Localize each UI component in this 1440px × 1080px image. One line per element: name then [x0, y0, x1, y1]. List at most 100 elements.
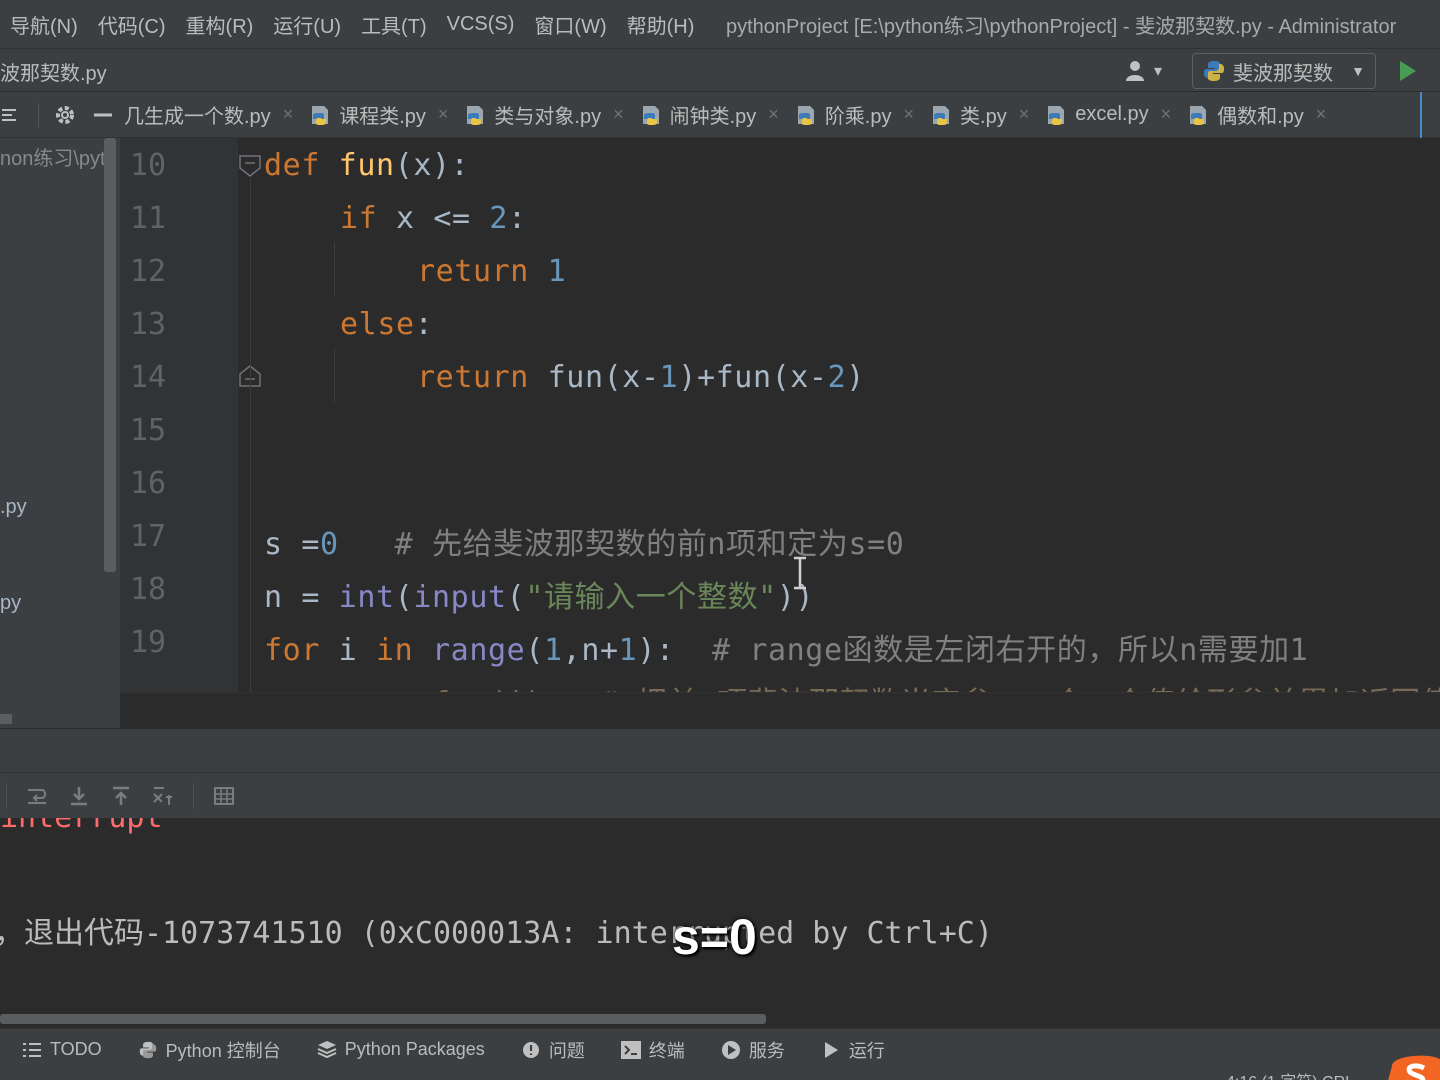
run-tool-button[interactable]: 运行 [821, 1037, 885, 1063]
tab-even-sum[interactable]: 偶数和.py × [1181, 92, 1336, 137]
tab-class[interactable]: 类.py × [924, 92, 1039, 137]
person-icon [1125, 61, 1144, 81]
problems-tool-button[interactable]: 问题 [521, 1037, 585, 1063]
horizontal-scrollbar[interactable] [0, 714, 12, 724]
tool-label: 终端 [648, 1040, 685, 1061]
tab-label: 偶数和.py [1217, 106, 1304, 128]
tab-label: 阶乘.py [824, 106, 892, 128]
builtin-name: range [432, 633, 526, 668]
tool-label: 服务 [748, 1040, 785, 1061]
tab-class-object[interactable]: 类与对象.py × [458, 92, 633, 137]
close-icon[interactable]: × [613, 104, 624, 125]
code-line-14: return fun(x-1)+fun(x-2) [417, 360, 865, 395]
python-packages-tool-button[interactable]: Python Packages [317, 1039, 485, 1060]
caret-position[interactable]: 4:16 (1 字符) CRL [1226, 1070, 1354, 1080]
close-icon[interactable]: × [1019, 104, 1030, 125]
scroll-to-end-icon[interactable] [67, 784, 91, 808]
menu-navigate[interactable]: 导航(N) [0, 0, 88, 48]
close-icon[interactable]: × [438, 104, 449, 125]
play-icon [1400, 61, 1416, 81]
code-line-18: n = int(input("请输入一个整数")) [264, 572, 814, 616]
code-text: ( [525, 633, 544, 668]
line-number: 11 [130, 201, 167, 236]
code-text: : [414, 307, 434, 342]
line-number: 10 [130, 148, 167, 183]
panel-divider[interactable] [0, 728, 1440, 772]
close-icon[interactable]: × [1161, 104, 1172, 125]
code-comment: # 先给斐波那契数的前n项和定为s=0 [338, 527, 905, 562]
tree-item-file[interactable]: py [0, 592, 21, 615]
soft-wrap-icon[interactable] [25, 784, 49, 808]
terminal-tool-button[interactable]: 终端 [620, 1037, 685, 1063]
code-text: )+fun(x- [678, 360, 828, 395]
scroll-to-top-icon[interactable] [109, 784, 133, 808]
menu-help[interactable]: 帮助(H) [617, 0, 705, 48]
collapse-all-icon[interactable] [0, 103, 24, 127]
todo-tool-button[interactable]: TODO [22, 1039, 102, 1060]
python-console-tool-button[interactable]: Python 控制台 [138, 1037, 281, 1063]
menu-window[interactable]: 窗口(W) [524, 0, 616, 48]
keyword: return [417, 360, 529, 395]
project-root-path[interactable]: non练习\pyth [0, 142, 117, 171]
window-title: pythonProject [E:\python练习\pythonProject… [726, 15, 1397, 38]
tab-excel[interactable]: excel.py × [1039, 92, 1181, 137]
python-file-icon [1204, 61, 1224, 81]
active-tab-indicator [1420, 92, 1440, 138]
breadcrumb-file[interactable]: 波那契数.py [0, 49, 107, 93]
tab-label: 类与对象.py [494, 106, 602, 128]
string-literal: "请输入一个整数" [525, 580, 777, 615]
menu-run[interactable]: 运行(U) [263, 0, 351, 48]
table-icon[interactable] [212, 784, 236, 808]
keyword: def [264, 148, 320, 183]
project-toolbar [0, 92, 120, 138]
close-icon[interactable]: × [768, 104, 779, 125]
run-configuration-select[interactable]: 斐波那契数 ▼ [1192, 53, 1376, 89]
menu-vcs[interactable]: VCS(S) [437, 0, 525, 48]
tab-generate-number[interactable]: 几生成一个数.py × [120, 92, 303, 137]
tab-factorial[interactable]: 阶乘.py × [789, 92, 924, 137]
chevron-down-icon: ▾ [1153, 63, 1163, 80]
horizontal-scrollbar[interactable] [0, 1014, 766, 1024]
user-icon[interactable]: ▾ [1120, 57, 1168, 85]
code-text: ( [394, 580, 414, 615]
code-editor[interactable]: 10 11 12 13 14 15 16 17 18 19 def fun(x)… [120, 138, 1440, 692]
code-text: x <= [377, 201, 490, 236]
function-name: fun [338, 148, 395, 183]
number-literal: 1 [618, 633, 638, 668]
vertical-scrollbar[interactable] [104, 138, 116, 572]
tree-item-file[interactable]: .py [0, 496, 27, 519]
python-file-icon [642, 105, 659, 125]
number-literal: 1 [547, 254, 567, 289]
terminal-icon [620, 1040, 641, 1060]
code-text: s = [264, 527, 320, 562]
gear-icon[interactable] [53, 103, 77, 127]
fold-icon[interactable] [238, 154, 262, 178]
services-icon [721, 1040, 741, 1060]
python-file-icon [1190, 105, 1207, 125]
tab-label: 几生成一个数.py [124, 106, 271, 128]
tab-alarm-class[interactable]: 闹钟类.py × [634, 92, 789, 137]
close-icon[interactable]: × [1316, 104, 1327, 125]
menu-refactor[interactable]: 重构(R) [176, 0, 264, 48]
services-tool-button[interactable]: 服务 [721, 1037, 785, 1063]
video-subtitle: s=0 [672, 909, 757, 965]
keyword: if [340, 201, 378, 236]
status-bar: 4:16 (1 字符) CRL [0, 1070, 1440, 1080]
console-exit-line: ，退出代码-1073741510 (0xC000013A: interrupte… [0, 916, 993, 951]
close-icon[interactable]: × [283, 104, 294, 125]
line-number: 16 [130, 466, 167, 501]
code-line-13: else: [340, 307, 433, 342]
tool-label: Python Packages [344, 1039, 485, 1059]
tab-course-class[interactable]: 课程类.py × [303, 92, 458, 137]
indent-guide [334, 242, 335, 296]
menu-code[interactable]: 代码(C) [88, 0, 176, 48]
toolbar-separator [6, 782, 7, 809]
menu-tools[interactable]: 工具(T) [351, 0, 437, 48]
clear-all-icon[interactable] [151, 784, 175, 808]
line-number: 19 [130, 625, 167, 660]
problems-icon [521, 1040, 541, 1060]
close-icon[interactable]: × [904, 104, 915, 125]
minimize-icon[interactable] [91, 103, 115, 127]
run-button[interactable] [1394, 57, 1422, 85]
